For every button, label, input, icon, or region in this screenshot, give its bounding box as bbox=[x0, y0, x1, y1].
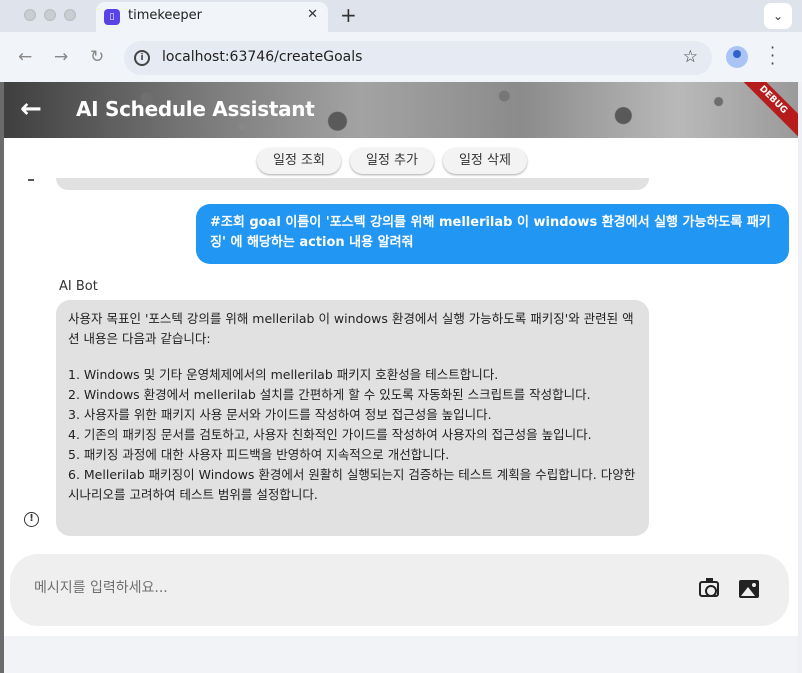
alert-icon[interactable]: ! bbox=[24, 512, 39, 527]
tab-close-icon[interactable]: ✕ bbox=[307, 7, 318, 22]
profile-icon[interactable] bbox=[726, 46, 748, 68]
favicon-icon: ▯ bbox=[104, 9, 120, 25]
url-text[interactable]: localhost:63746/createGoals bbox=[162, 49, 362, 65]
previous-bot-bubble bbox=[56, 178, 649, 190]
bot-message-bubble: 사용자 목표인 '포스텍 강의를 위해 mellerilab 이 windows… bbox=[56, 300, 649, 536]
window-zoom-control[interactable] bbox=[64, 9, 76, 21]
previous-message-indicator bbox=[28, 179, 34, 181]
chip-delete-schedule[interactable]: 일정 삭제 bbox=[442, 148, 527, 174]
back-arrow-icon[interactable]: ← bbox=[20, 94, 42, 124]
debug-banner: DEBUG bbox=[735, 82, 798, 138]
camera-icon[interactable] bbox=[699, 578, 719, 597]
bot-item: 4. 기존의 패키징 문서를 검토하고, 사용자 친화적인 가이드를 작성하여 … bbox=[68, 427, 592, 442]
bot-item: 5. 패키징 과정에 대한 사용자 피드백을 반영하여 지속적으로 개선합니다. bbox=[68, 447, 450, 462]
star-icon[interactable]: ☆ bbox=[683, 47, 698, 67]
bot-intro: 사용자 목표인 '포스텍 강의를 위해 mellerilab 이 windows… bbox=[68, 311, 634, 346]
browser-toolbar: ← → ↻ i localhost:63746/createGoals ☆ · ·… bbox=[0, 32, 802, 82]
bot-item: 6. Mellerilab 패키징이 Windows 환경에서 원활히 실행되는… bbox=[68, 467, 636, 502]
chip-add-schedule[interactable]: 일정 추가 bbox=[349, 148, 434, 174]
tab-search-button[interactable]: ⌄ bbox=[764, 3, 792, 29]
app-bar: ← AI Schedule Assistant DEBUG bbox=[4, 82, 798, 138]
info-icon[interactable]: i bbox=[134, 50, 150, 66]
window-minimize-control[interactable] bbox=[44, 9, 56, 21]
window-close-control[interactable] bbox=[24, 9, 36, 21]
user-message-bubble: #조회 goal 이름이 '포스텍 강의를 위해 mellerilab 이 wi… bbox=[196, 204, 789, 264]
address-bar[interactable]: i localhost:63746/createGoals ☆ bbox=[124, 41, 712, 75]
bot-item: 1. Windows 및 기타 운영체제에서의 mellerilab 패키지 호… bbox=[68, 367, 499, 382]
quick-action-chips: 일정 조회 일정 추가 일정 삭제 bbox=[257, 148, 527, 174]
image-icon[interactable] bbox=[739, 580, 759, 598]
message-composer bbox=[10, 554, 789, 626]
message-input[interactable] bbox=[34, 580, 674, 596]
browser-tab[interactable]: ▯ timekeeper ✕ bbox=[96, 2, 328, 32]
bottom-area bbox=[4, 636, 798, 673]
back-icon[interactable]: ← bbox=[18, 47, 32, 67]
forward-icon[interactable]: → bbox=[54, 47, 68, 67]
tab-title: timekeeper bbox=[128, 8, 203, 23]
kebab-menu-icon[interactable]: · · · bbox=[770, 40, 775, 72]
bot-name: AI Bot bbox=[59, 279, 98, 294]
page-title: AI Schedule Assistant bbox=[76, 97, 315, 121]
bot-item: 2. Windows 환경에서 mellerilab 설치를 간편하게 할 수 … bbox=[68, 387, 591, 402]
reload-icon[interactable]: ↻ bbox=[90, 47, 104, 67]
bot-item: 3. 사용자를 위한 패키지 사용 문서와 가이드를 작성하여 정보 접근성을 … bbox=[68, 407, 492, 422]
browser-tab-strip: ▯ timekeeper ✕ + ⌄ bbox=[0, 0, 802, 32]
new-tab-button[interactable]: + bbox=[340, 3, 357, 27]
app-viewport: ← AI Schedule Assistant DEBUG 일정 조회 일정 추… bbox=[4, 82, 798, 673]
chip-view-schedule[interactable]: 일정 조회 bbox=[257, 148, 341, 174]
